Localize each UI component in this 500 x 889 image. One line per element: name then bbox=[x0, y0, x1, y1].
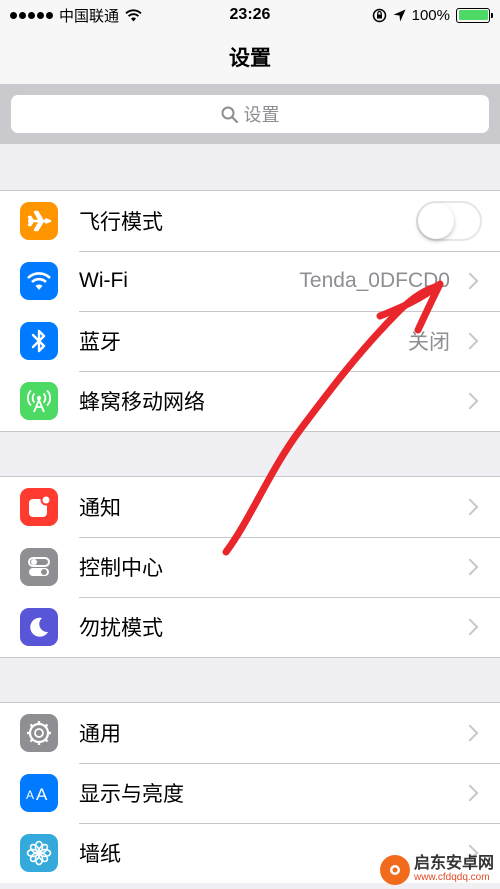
watermark-name: 启东安卓网 bbox=[413, 855, 494, 873]
chevron-right-icon bbox=[461, 332, 479, 350]
row-label: 蓝牙 bbox=[79, 331, 121, 354]
chevron-right-icon bbox=[461, 558, 479, 576]
row-label: 飞行模式 bbox=[79, 211, 163, 234]
svg-text:A: A bbox=[36, 785, 48, 803]
airplane-icon bbox=[20, 202, 58, 240]
page-title: 设置 bbox=[229, 47, 271, 70]
row-notifications[interactable]: 通知 bbox=[0, 477, 500, 537]
row-wifi[interactable]: Wi-Fi Tenda_0DFCD0 bbox=[0, 251, 500, 311]
search-input[interactable]: 设置 bbox=[11, 95, 489, 133]
display-icon: AA bbox=[20, 774, 58, 812]
bluetooth-status: 关闭 bbox=[408, 331, 450, 354]
row-label: Wi-Fi bbox=[79, 269, 128, 292]
chevron-right-icon bbox=[461, 272, 479, 290]
wifi-status-icon bbox=[125, 8, 142, 21]
battery-percent: 100% bbox=[411, 6, 450, 24]
airplane-mode-toggle[interactable] bbox=[416, 201, 482, 241]
watermark-logo-icon bbox=[379, 855, 410, 885]
watermark-url: www.cfdqdq.com bbox=[413, 872, 490, 884]
row-airplane-mode: 飞行模式 bbox=[0, 191, 500, 251]
wifi-icon bbox=[20, 262, 58, 300]
chevron-right-icon bbox=[461, 784, 479, 802]
wallpaper-icon bbox=[20, 834, 58, 872]
row-general[interactable]: 通用 bbox=[0, 703, 500, 763]
settings-group-notifications: 通知 控制中心 勿扰模式 bbox=[0, 476, 500, 658]
nav-bar: 设置 bbox=[0, 30, 500, 84]
row-cellular[interactable]: 蜂窝移动网络 bbox=[0, 371, 500, 431]
row-label: 通用 bbox=[79, 723, 121, 746]
signal-strength-icon bbox=[10, 11, 53, 19]
settings-group-connectivity: 飞行模式 Wi-Fi Tenda_0DFCD0 蓝牙 关闭 蜂窝移动网络 bbox=[0, 190, 500, 432]
row-label: 通知 bbox=[79, 497, 121, 520]
clock: 23:26 bbox=[229, 6, 271, 23]
chevron-right-icon bbox=[461, 618, 479, 636]
row-label: 勿扰模式 bbox=[79, 617, 163, 640]
wifi-network-name: Tenda_0DFCD0 bbox=[299, 269, 450, 292]
row-display-brightness[interactable]: AA 显示与亮度 bbox=[0, 763, 500, 823]
notifications-icon bbox=[20, 488, 58, 526]
location-arrow-icon bbox=[393, 9, 406, 21]
chevron-right-icon bbox=[461, 392, 479, 410]
control-center-icon bbox=[20, 548, 58, 586]
battery-icon bbox=[456, 7, 493, 23]
chevron-right-icon bbox=[461, 724, 479, 742]
svg-text:A: A bbox=[26, 788, 34, 802]
search-bar-container: 设置 bbox=[0, 84, 500, 144]
gear-icon bbox=[20, 714, 58, 752]
rotation-lock-icon bbox=[372, 8, 386, 22]
moon-icon bbox=[20, 608, 58, 646]
row-control-center[interactable]: 控制中心 bbox=[0, 537, 500, 597]
search-placeholder: 设置 bbox=[243, 105, 280, 125]
cellular-icon bbox=[20, 382, 58, 420]
row-bluetooth[interactable]: 蓝牙 关闭 bbox=[0, 311, 500, 371]
battery-fill bbox=[458, 10, 488, 20]
chevron-right-icon bbox=[461, 498, 479, 516]
row-do-not-disturb[interactable]: 勿扰模式 bbox=[0, 597, 500, 657]
search-icon bbox=[221, 106, 238, 123]
row-label: 显示与亮度 bbox=[79, 783, 184, 806]
row-label: 蜂窝移动网络 bbox=[79, 391, 205, 414]
carrier-label: 中国联通 bbox=[59, 7, 120, 25]
status-bar: 中国联通 23:26 100% bbox=[0, 0, 500, 30]
bluetooth-icon bbox=[20, 322, 58, 360]
row-label: 控制中心 bbox=[79, 557, 163, 580]
watermark: 启东安卓网 www.cfdqdq.com bbox=[379, 855, 494, 885]
